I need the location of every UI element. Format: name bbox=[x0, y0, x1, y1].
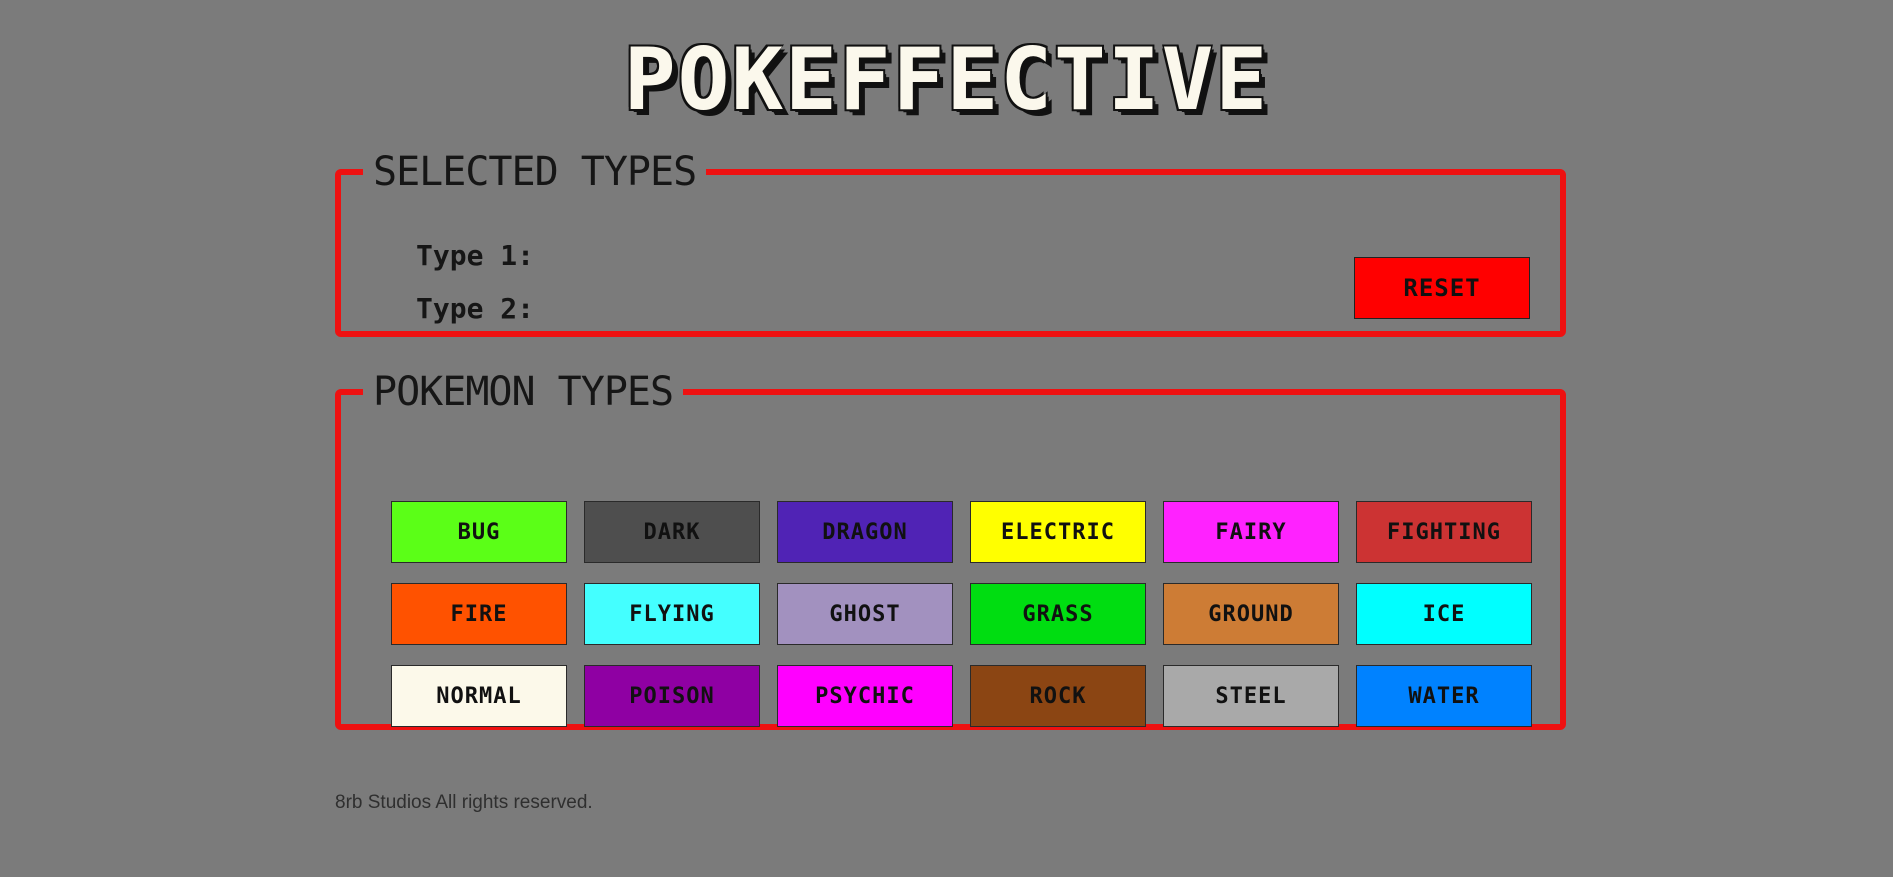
type1-label: Type 1: bbox=[416, 239, 535, 272]
type-button-ground[interactable]: GROUND bbox=[1163, 583, 1339, 645]
type-button-fairy[interactable]: FAIRY bbox=[1163, 501, 1339, 563]
pokemon-types-legend: POKEMON TYPES bbox=[373, 369, 674, 415]
type2-label: Type 2: bbox=[416, 292, 535, 325]
type-button-water[interactable]: WATER bbox=[1356, 665, 1532, 727]
type-button-dragon[interactable]: DRAGON bbox=[777, 501, 953, 563]
type-button-flying[interactable]: FLYING bbox=[584, 583, 760, 645]
reset-button[interactable]: RESET bbox=[1354, 257, 1530, 319]
type-button-grid: BUG DARK DRAGON ELECTRIC FAIRY FIGHTING FIRE FL… bbox=[391, 501, 1532, 727]
type-button-rock[interactable]: ROCK bbox=[970, 665, 1146, 727]
type-button-fire[interactable]: FIRE bbox=[391, 583, 567, 645]
type-button-grass[interactable]: GRASS bbox=[970, 583, 1146, 645]
type-button-normal[interactable]: NORMAL bbox=[391, 665, 567, 727]
type-button-poison[interactable]: POISON bbox=[584, 665, 760, 727]
type-button-ice[interactable]: ICE bbox=[1356, 583, 1532, 645]
type-button-fighting[interactable]: FIGHTING bbox=[1356, 501, 1532, 563]
app-title: POKEFFECTIVE bbox=[623, 30, 1270, 130]
type-button-dark[interactable]: DARK bbox=[584, 501, 760, 563]
type-button-bug[interactable]: BUG bbox=[391, 501, 567, 563]
type-button-electric[interactable]: ELECTRIC bbox=[970, 501, 1146, 563]
pokemon-types-panel: POKEMON TYPES BUG DARK DRAGON ELECTRIC FAIRY… bbox=[335, 370, 1566, 730]
type-button-steel[interactable]: STEEL bbox=[1163, 665, 1339, 727]
selected-types-panel: SELECTED TYPES Type 1: Type 2: RESET bbox=[335, 150, 1566, 337]
type-button-ghost[interactable]: GHOST bbox=[777, 583, 953, 645]
footer-copyright: 8rb Studios All rights reserved. bbox=[335, 792, 593, 813]
type-button-psychic[interactable]: PSYCHIC bbox=[777, 665, 953, 727]
selected-types-legend: SELECTED TYPES bbox=[373, 149, 697, 195]
